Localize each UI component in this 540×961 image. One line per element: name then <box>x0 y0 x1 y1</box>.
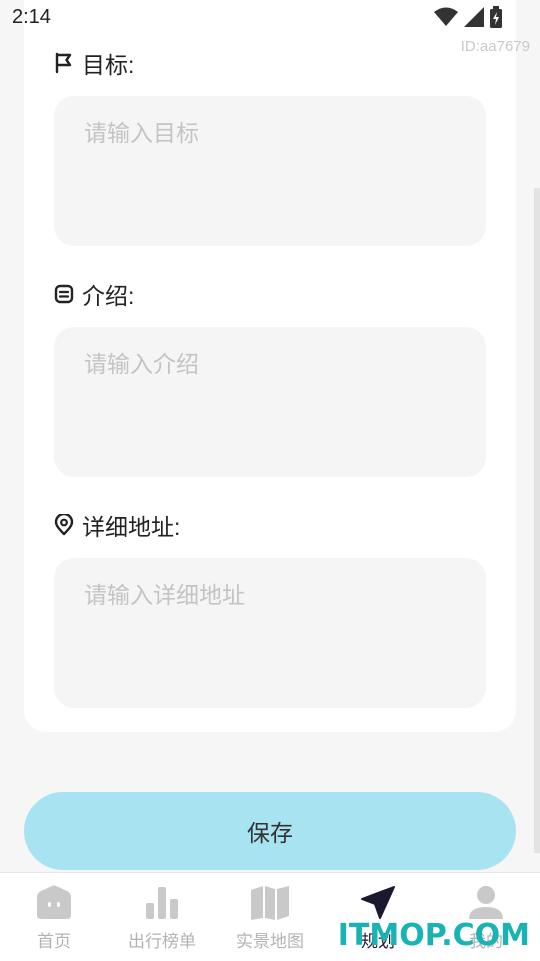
flag-icon <box>55 52 72 74</box>
nav-item-rankings[interactable]: 出行榜单 <box>108 873 216 961</box>
document-icon <box>54 284 74 304</box>
address-input[interactable] <box>54 558 486 708</box>
home-icon <box>37 885 71 919</box>
battery-icon <box>490 6 502 28</box>
map-icon <box>251 886 289 920</box>
status-time: 2:14 <box>12 6 51 28</box>
goal-label-text: 目标: <box>82 52 135 78</box>
bar-chart-icon <box>146 887 178 919</box>
address-label: 详细地址: <box>54 508 180 542</box>
status-icons <box>434 6 502 28</box>
intro-input[interactable] <box>54 327 486 477</box>
intro-label-text: 介绍: <box>82 283 135 309</box>
nav-label-home: 首页 <box>37 932 71 951</box>
navigation-arrow-icon <box>361 886 395 919</box>
nav-item-home[interactable]: 首页 <box>0 873 108 961</box>
site-watermark: ITMOP.COM <box>337 918 530 953</box>
wifi-icon <box>434 7 458 26</box>
goal-input[interactable] <box>54 96 486 246</box>
watermark-id: ID:aa7679 <box>460 38 530 55</box>
cell-signal-icon <box>464 7 484 27</box>
location-pin-icon <box>54 514 74 536</box>
goal-label: 目标: <box>54 46 134 80</box>
user-icon <box>469 886 503 919</box>
nav-label-map: 实景地图 <box>236 932 304 951</box>
nav-item-map[interactable]: 实景地图 <box>216 873 324 961</box>
status-bar: 2:14 <box>0 0 540 36</box>
save-button[interactable]: 保存 <box>24 792 516 870</box>
scrollbar[interactable] <box>534 188 540 853</box>
intro-label: 介绍: <box>54 277 134 311</box>
address-label-text: 详细地址: <box>82 514 181 540</box>
nav-label-rankings: 出行榜单 <box>128 932 196 951</box>
